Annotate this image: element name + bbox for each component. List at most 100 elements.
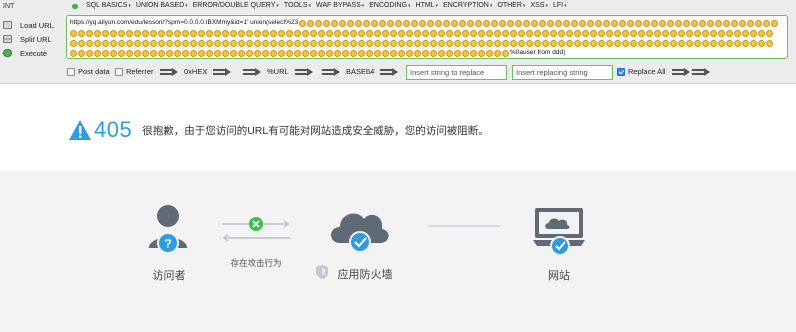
url-decode-arrow-icon[interactable] [243, 67, 261, 76]
menu-xss[interactable]: XSS ▾ [530, 2, 548, 9]
emoji-icon [638, 29, 645, 37]
emoji-icon [502, 49, 509, 57]
emoji-icon [622, 29, 629, 37]
emoji-icon [539, 19, 547, 27]
emoji-icon [70, 29, 77, 37]
replace-apply-control[interactable] [692, 67, 710, 76]
emoji-icon [507, 19, 515, 27]
emoji-icon [414, 29, 421, 37]
hackbar-options-row: Post data Referrer 0xHEX %URL BASE64 Ins… [0, 64, 796, 80]
url-encode-arrow-icon[interactable] [294, 67, 313, 76]
menu-sql-basics[interactable]: SQL BASICS ▾ [86, 2, 131, 9]
menu-tools[interactable]: TOOLS ▾ [284, 2, 311, 9]
emoji-icon [102, 29, 109, 37]
menu-union-based[interactable]: UNION BASED ▾ [136, 2, 188, 9]
base64-encode-arrow-icon[interactable] [380, 67, 399, 76]
emoji-icon [622, 39, 629, 47]
menu-label: ENCRYPTION [443, 2, 489, 9]
menu-error-double-query[interactable]: ERROR/DOUBLE QUERY ▾ [193, 2, 279, 9]
emoji-icon [358, 29, 365, 37]
emoji-icon [198, 49, 205, 57]
emoji-icon [310, 39, 317, 47]
emoji-icon [358, 49, 365, 57]
emoji-icon [366, 29, 373, 37]
replace-apply-arrow-icon[interactable] [692, 67, 710, 76]
base64-decode-arrow-icon[interactable] [322, 67, 340, 76]
emoji-icon [518, 29, 525, 37]
split-url-button[interactable]: Split URL [0, 32, 64, 46]
url-line: https://yq.aliyun.com/edu/lesson/?spm=0.… [70, 18, 784, 28]
replace-all-arrow-icon[interactable] [671, 67, 690, 76]
base64-control[interactable]: BASE64 [322, 67, 399, 76]
replace-all-checkbox-box[interactable] [617, 67, 625, 76]
execute-button[interactable]: Execute [0, 46, 64, 60]
emoji-icon [766, 29, 773, 37]
menu-html[interactable]: HTML ▾ [416, 2, 439, 9]
emoji-icon [755, 19, 763, 27]
emoji-icon [430, 39, 437, 47]
replace-all-checkbox[interactable]: Replace All [617, 67, 690, 76]
emoji-icon [726, 29, 733, 37]
hex-decode-arrow-icon[interactable] [160, 67, 178, 76]
emoji-icon [86, 49, 93, 57]
emoji-icon [390, 29, 397, 37]
referrer-label: Referrer [126, 67, 154, 76]
emoji-icon [326, 49, 333, 57]
emoji-icon [222, 29, 229, 37]
post-data-checkbox-box[interactable] [67, 67, 75, 76]
emoji-icon [118, 49, 125, 57]
emoji-icon [398, 29, 405, 37]
emoji-icon [318, 49, 325, 57]
emoji-icon [619, 19, 627, 27]
emoji-icon [334, 29, 341, 37]
emoji-icon [286, 49, 293, 57]
hex-encode-arrow-icon[interactable] [213, 67, 232, 76]
referrer-checkbox-box[interactable] [115, 67, 123, 76]
menu-other[interactable]: OTHER ▾ [497, 2, 525, 9]
execute-icon [3, 49, 12, 57]
base64-label: BASE64 [346, 67, 375, 76]
emoji-icon [302, 29, 309, 37]
menu-waf-bypass[interactable]: WAF BYPASS ▾ [316, 2, 364, 9]
referrer-checkbox[interactable]: Referrer [115, 67, 154, 76]
url-text: https://yq.aliyun.com/edu/lesson/?spm=0.… [70, 19, 299, 26]
menu-encryption[interactable]: ENCRYPTION ▾ [443, 2, 492, 9]
chevron-down-icon: ▾ [128, 2, 131, 9]
emoji-icon [542, 39, 549, 47]
menu-lfi[interactable]: LFI ▾ [553, 2, 567, 9]
url-encode-control[interactable]: %URL [243, 67, 313, 76]
emoji-icon [734, 39, 741, 47]
emoji-icon [627, 19, 635, 27]
url-content: https://yq.aliyun.com/edu/lesson/?spm=0.… [70, 18, 784, 58]
load-url-button[interactable]: Load URL [0, 18, 64, 32]
chevron-down-icon: ▾ [545, 2, 548, 9]
emoji-run [70, 49, 509, 57]
emoji-icon [166, 29, 173, 37]
menu-encoding[interactable]: ENCODING ▾ [369, 2, 410, 9]
post-data-checkbox[interactable]: Post data [67, 67, 110, 76]
menu-label: HTML [415, 2, 435, 9]
emoji-icon [174, 29, 181, 37]
emoji-icon [70, 39, 77, 47]
emoji-icon [571, 19, 579, 27]
emoji-icon [598, 29, 605, 37]
emoji-icon [246, 29, 253, 37]
find-string-input[interactable] [406, 65, 507, 80]
emoji-icon [494, 29, 501, 37]
replace-string-input[interactable] [512, 65, 613, 80]
emoji-icon [494, 39, 501, 47]
emoji-icon [683, 19, 691, 27]
emoji-icon [579, 19, 587, 27]
emoji-icon [262, 39, 269, 47]
emoji-icon [526, 39, 533, 47]
emoji-icon [635, 19, 643, 27]
emoji-icon [182, 29, 189, 37]
hex-encode-control[interactable]: 0xHEX [160, 67, 232, 76]
emoji-icon [374, 39, 381, 47]
emoji-icon [710, 39, 717, 47]
emoji-icon [502, 29, 509, 37]
emoji-icon [366, 39, 373, 47]
emoji-icon [614, 29, 621, 37]
url-textarea[interactable]: https://yq.aliyun.com/edu/lesson/?spm=0.… [66, 15, 788, 59]
url-line: %0auser from ddd) [70, 48, 784, 58]
